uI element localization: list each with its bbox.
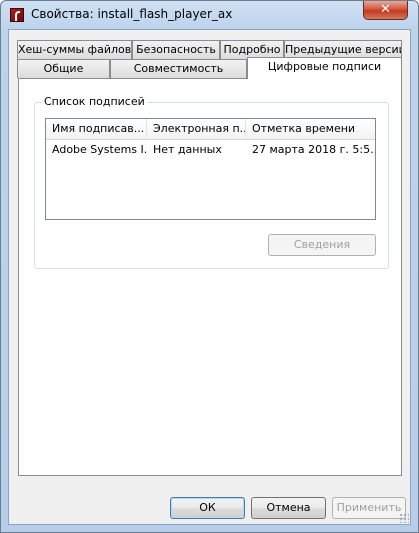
- title-bar[interactable]: Свойства: install_flash_player_ax ✕: [1, 1, 418, 29]
- window-title: Свойства: install_flash_player_ax: [31, 7, 233, 21]
- flash-app-icon: [10, 8, 24, 22]
- digital-signatures-panel: Список подписей Имя подписав... Электрон…: [18, 78, 402, 476]
- column-email[interactable]: Электронная п...: [147, 119, 246, 139]
- tab-compatibility[interactable]: Совместимость: [110, 59, 247, 78]
- list-header: Имя подписав... Электронная п... Отметка…: [46, 119, 375, 140]
- dialog-client-area: Хеш-суммы файлов Безопасность Подробно П…: [8, 29, 411, 525]
- ok-button[interactable]: ОК: [170, 497, 245, 519]
- signature-list[interactable]: Имя подписав... Электронная п... Отметка…: [45, 118, 376, 220]
- details-button[interactable]: Сведения: [268, 234, 376, 256]
- tab-digital-signatures[interactable]: Цифровые подписи: [247, 57, 402, 79]
- cell-timestamp: 27 марта 2018 г. 5:5...: [252, 143, 375, 156]
- resize-grip[interactable]: [399, 513, 409, 523]
- signature-list-label: Список подписей: [42, 95, 147, 108]
- tab-file-hashes[interactable]: Хеш-суммы файлов: [17, 40, 132, 59]
- column-signer-name[interactable]: Имя подписав...: [46, 119, 147, 139]
- tab-general[interactable]: Общие: [17, 59, 110, 78]
- column-timestamp[interactable]: Отметка времени: [246, 119, 375, 139]
- close-button[interactable]: ✕: [363, 1, 408, 20]
- cell-email: Нет данных: [153, 143, 222, 156]
- cancel-button[interactable]: Отмена: [251, 497, 326, 519]
- tab-security[interactable]: Безопасность: [132, 40, 220, 59]
- table-row[interactable]: Adobe Systems I... Нет данных 27 марта 2…: [46, 140, 375, 160]
- properties-window: Свойства: install_flash_player_ax ✕ Хеш-…: [0, 0, 419, 533]
- apply-button[interactable]: Применить: [332, 497, 406, 519]
- cell-signer-name: Adobe Systems I...: [52, 143, 147, 156]
- signature-list-group: Список подписей Имя подписав... Электрон…: [34, 95, 389, 269]
